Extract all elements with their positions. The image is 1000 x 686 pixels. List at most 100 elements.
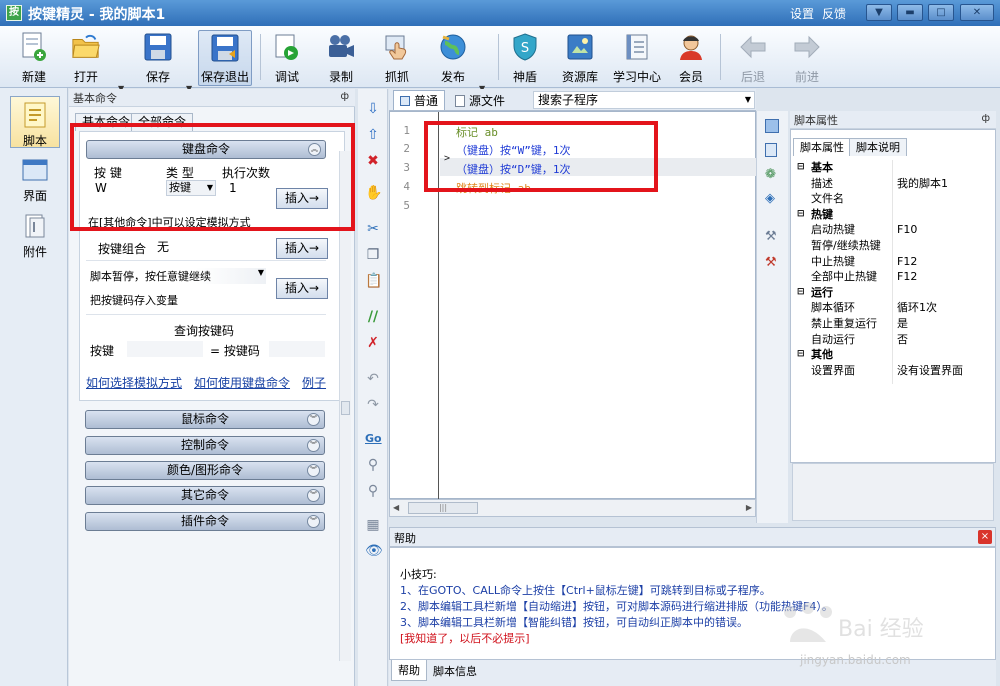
property-value[interactable]: F10	[897, 222, 917, 238]
property-row[interactable]: 文件名	[791, 191, 995, 207]
record-button[interactable]: 录制	[324, 30, 358, 86]
uncomment-icon[interactable]: ✗	[365, 335, 381, 351]
nav-ui[interactable]: 界面	[10, 152, 60, 204]
property-row[interactable]: 中止热键 F12	[791, 254, 995, 270]
move-up-icon[interactable]: ⇧	[365, 127, 381, 143]
preview-eye-icon[interactable]: 👁	[365, 543, 383, 559]
hand-icon[interactable]: ✋	[365, 185, 382, 201]
tab-script-desc[interactable]: 脚本说明	[849, 138, 907, 156]
pause-key-select[interactable]: 脚本暂停，按任意键继续 ▼	[90, 268, 266, 284]
tools-remove-icon[interactable]: ⚒	[765, 255, 777, 270]
tab-script-info[interactable]: 脚本信息	[427, 661, 483, 681]
collapse-box-icon[interactable]: ⊟	[797, 207, 805, 223]
mouse-command-group[interactable]: 鼠标命令 ︾	[85, 410, 325, 429]
collapse-box-icon[interactable]: ⊟	[797, 285, 805, 301]
scroll-left-icon[interactable]: ◀	[393, 503, 399, 512]
tools-icon[interactable]: ⚒	[765, 229, 777, 244]
plugin-icon[interactable]: ◈	[765, 191, 775, 206]
property-row[interactable]: 自动运行 否	[791, 332, 995, 348]
script-prop-icon[interactable]	[765, 119, 779, 133]
pin-icon[interactable]: ф	[981, 113, 990, 124]
scrollbar-thumb[interactable]	[341, 401, 350, 415]
query-code-output[interactable]	[268, 340, 326, 358]
store-keycode-input[interactable]	[190, 290, 266, 306]
expand-down-icon[interactable]: ︾	[307, 413, 320, 426]
key-combo-input[interactable]: 无	[154, 238, 266, 256]
editor-hscrollbar[interactable]: ◀ ||| ▶	[389, 499, 756, 517]
doc-icon[interactable]	[765, 143, 777, 157]
learn-center-button[interactable]: 学习中心	[612, 30, 662, 86]
property-value[interactable]: 循环1次	[897, 300, 937, 316]
property-row[interactable]: 暂停/继续热键	[791, 238, 995, 254]
pin-icon[interactable]: ф	[340, 91, 349, 102]
property-row[interactable]: 禁止重复运行 是	[791, 316, 995, 332]
insert-pause-button[interactable]: 插入→	[276, 278, 328, 299]
settings-link[interactable]: 设置	[790, 5, 814, 22]
tab-script-props[interactable]: 脚本属性	[793, 138, 851, 156]
paste-icon[interactable]: 📋	[365, 273, 382, 289]
hscroll-thumb[interactable]: |||	[408, 502, 478, 514]
expand-down-icon[interactable]: ︾	[307, 439, 320, 452]
collapse-box-icon[interactable]: ⊟	[797, 347, 805, 363]
member-button[interactable]: 会员	[674, 30, 708, 86]
dismiss-tip-link[interactable]: [我知道了，以后不必提示]	[400, 630, 530, 646]
comment-icon[interactable]: //	[365, 309, 381, 325]
goto-icon[interactable]: Go	[365, 431, 382, 447]
menu-dropdown-button[interactable]: ▼	[866, 4, 892, 21]
title-bar[interactable]: 按 按键精灵 - 我的脚本1 设置 反馈 ▼ ▬ □ ✕	[0, 0, 1000, 26]
shield-button[interactable]: S 神盾	[508, 30, 542, 86]
link-how-use-keyboard[interactable]: 如何使用键盘命令	[194, 374, 290, 391]
publish-button[interactable]: 发布	[436, 30, 470, 86]
control-command-group[interactable]: 控制命令 ︾	[85, 436, 325, 455]
back-button[interactable]: 后退	[738, 30, 768, 86]
scroll-right-icon[interactable]: ▶	[746, 503, 752, 512]
link-choose-sim-mode[interactable]: 如何选择模拟方式	[86, 374, 182, 391]
undo-icon[interactable]: ↶	[365, 371, 381, 387]
property-value[interactable]: 是	[897, 316, 908, 332]
property-row[interactable]: 设置界面 没有设置界面	[791, 363, 995, 379]
property-value[interactable]: 没有设置界面	[897, 363, 963, 379]
insert-combo-button[interactable]: 插入→	[276, 238, 328, 259]
palette-icon[interactable]: ❁	[765, 167, 776, 182]
property-value[interactable]: 我的脚本1	[897, 176, 948, 192]
feedback-link[interactable]: 反馈	[822, 5, 846, 22]
property-value[interactable]: F12	[897, 254, 917, 270]
expand-down-icon[interactable]: ︾	[307, 515, 320, 528]
subroutine-search-select[interactable]: 搜索子程序 ▼	[533, 91, 755, 109]
nav-script[interactable]: 脚本	[10, 96, 60, 148]
copy-icon[interactable]: ❐	[365, 247, 381, 263]
format-icon[interactable]: ▦	[365, 517, 381, 533]
move-down-icon[interactable]: ⇩	[365, 101, 381, 117]
debug-button[interactable]: 调试	[270, 30, 304, 86]
tab-source[interactable]: 源文件	[449, 91, 511, 110]
save-button[interactable]: 保存	[140, 30, 176, 86]
redo-icon[interactable]: ↷	[365, 397, 381, 413]
collapse-box-icon[interactable]: ⊟	[797, 160, 805, 176]
resources-button[interactable]: 资源库	[560, 30, 600, 86]
nav-attachment[interactable]: 附件	[10, 208, 60, 260]
property-row[interactable]: 全部中止热键 F12	[791, 269, 995, 285]
capture-button[interactable]: 抓抓	[380, 30, 414, 86]
maximize-button[interactable]: □	[928, 4, 954, 21]
property-row[interactable]: 启动热键 F10	[791, 222, 995, 238]
query-key-input[interactable]	[126, 340, 204, 358]
plugin-command-group[interactable]: 插件命令 ︾	[85, 512, 325, 531]
color-image-command-group[interactable]: 颜色/图形命令 ︾	[85, 461, 325, 480]
open-button[interactable]: 打开	[66, 30, 106, 86]
close-button[interactable]: ✕	[960, 4, 994, 21]
find-icon[interactable]: ⚲	[365, 457, 381, 473]
property-value[interactable]: 否	[897, 332, 908, 348]
forward-button[interactable]: 前进	[792, 30, 822, 86]
expand-down-icon[interactable]: ︾	[307, 489, 320, 502]
tab-help[interactable]: 帮助	[391, 660, 427, 681]
other-command-group[interactable]: 其它命令 ︾	[85, 486, 325, 505]
cut-icon[interactable]: ✂	[365, 221, 381, 237]
property-value[interactable]: F12	[897, 269, 917, 285]
minimize-button[interactable]: ▬	[897, 4, 923, 21]
property-row[interactable]: 脚本循环 循环1次	[791, 300, 995, 316]
new-button[interactable]: 新建	[16, 30, 52, 86]
tab-normal[interactable]: 普通	[393, 90, 446, 110]
delete-icon[interactable]: ✖	[365, 153, 381, 169]
expand-down-icon[interactable]: ︾	[307, 464, 320, 477]
close-help-icon[interactable]: ×	[978, 530, 992, 544]
